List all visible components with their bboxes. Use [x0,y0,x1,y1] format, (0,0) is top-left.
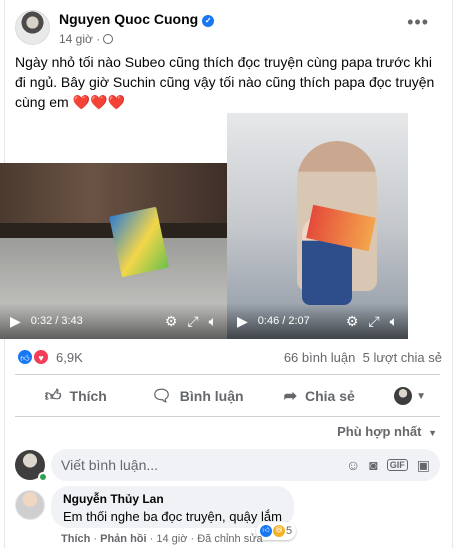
video-1[interactable]: ▶ 0:32 / 3:43 ⚙ ⤢ 🔈︎ [0,163,227,339]
comment-time[interactable]: 14 giờ [156,533,187,545]
globe-icon [103,34,114,44]
author-name[interactable]: Nguyen Quoc Cuong ✓ [59,11,215,27]
profile-mini-avatar [394,387,413,405]
video-1-time: 0:32 / 3:43 [30,315,83,327]
commenter-avatar[interactable] [15,490,45,520]
comment-bubble: Nguyễn Thủy Lan Em thối nghe ba đọc truy… [51,486,294,528]
fullscreen-icon[interactable]: ⤢ [187,314,198,328]
play-icon[interactable]: ▶ [10,314,21,328]
video-2-controls: ▶ 0:46 / 2:07 ⚙ ⤢ 🔈︎ [227,303,408,339]
divider-top [15,374,440,375]
heart-emojis: ❤️❤️❤️ [72,94,125,110]
video-1-wall [0,163,227,223]
comment-like-link[interactable]: Thích [61,533,90,545]
video-1-controls: ▶ 0:32 / 3:43 ⚙ ⤢ 🔈︎ [0,303,227,339]
comment-reaction-count: 5 [286,525,293,537]
comment-share-counts: 66 bình luận 5 lượt chia sẻ [284,350,442,365]
reaction-stats: 👍︎ ♥ 6,9K 66 bình luận 5 lượt chia sẻ [15,346,445,370]
author-name-text[interactable]: Nguyen Quoc Cuong [59,11,198,27]
share-arrow-icon: ➦ [283,388,297,405]
caret-down-icon: ▼ [416,390,426,402]
comment-input-placeholder: Viết bình luận... [61,457,159,473]
video-2[interactable]: ▶ 0:46 / 2:07 ⚙ ⤢ 🔈︎ [227,113,408,339]
thumbs-up-icon: 👍︎ [44,387,62,405]
reaction-count[interactable]: 6,9K [56,350,83,365]
haha-reaction-icon: 😆︎ [273,525,285,537]
post-time[interactable]: 14 giờ [59,32,93,46]
comment-bubble-icon: 🗨︎ [151,388,172,405]
post-header: Nguyen Quoc Cuong ✓ 14 giờ · ••• [15,8,435,48]
settings-gear-icon[interactable]: ⚙ [165,314,178,328]
video-2-time: 0:46 / 2:07 [257,315,310,327]
sort-label: Phù hợp nhất [337,424,422,439]
video-gallery: ▶ 0:32 / 3:43 ⚙ ⤢ 🔈︎ ▶ 0:46 / 2:07 ⚙ ⤢ 🔈… [0,113,456,339]
volume-icon[interactable]: 🔈︎ [390,314,398,328]
play-icon[interactable]: ▶ [237,314,248,328]
like-button[interactable]: 👍︎ Thích [15,387,137,406]
comment-input[interactable]: Viết bình luận... ☺ ◙ GIF ▣ [51,449,440,481]
comment-author[interactable]: Nguyễn Thủy Lan [63,492,282,506]
sticker-icon[interactable]: ▣ [417,457,430,474]
comment-text: Em thối nghe ba đọc truyện, quậy lắm [63,509,282,524]
online-status-dot [38,472,48,482]
comment-edited-label: Đã chỉnh sửa [197,533,263,545]
camera-icon[interactable]: ◙ [369,457,377,473]
share-label: Chia sẻ [304,388,355,404]
comment-button[interactable]: 🗨︎ Bình luận [137,386,259,406]
fullscreen-icon[interactable]: ⤢ [368,314,379,328]
audience-selector[interactable]: ▼ [380,387,440,405]
comment-reply-link[interactable]: Phản hồi [100,533,146,545]
emoji-icon[interactable]: ☺ [346,457,360,473]
settings-gear-icon[interactable]: ⚙ [346,314,359,328]
post-text: Ngày nhỏ tối nào Subeo cũng thích đọc tr… [15,52,440,112]
volume-icon[interactable]: 🔈︎ [209,314,217,328]
share-button[interactable]: ➦ Chia sẻ [258,386,380,406]
comment-sort-selector[interactable]: Phù hợp nhất ▼ [337,424,437,439]
caret-down-icon: ▼ [428,428,437,438]
share-count[interactable]: 5 lượt chia sẻ [363,350,442,365]
author-avatar[interactable] [15,10,50,45]
divider-bottom [15,416,440,417]
comment-actions: Thích · Phản hồi · 14 giờ · Đã chỉnh sửa [61,533,263,545]
verified-badge-icon: ✓ [202,15,215,27]
more-options-icon[interactable]: ••• [407,12,429,33]
love-reaction-icon: ♥ [33,349,49,365]
comment-label: Bình luận [179,388,244,404]
like-label: Thích [69,388,107,404]
comment-count[interactable]: 66 bình luận [284,350,356,365]
post-meta: 14 giờ · [59,32,114,46]
gif-icon[interactable]: GIF [386,459,408,471]
like-reaction-icon: 👍︎ [17,349,33,365]
post-actions: 👍︎ Thích 🗨︎ Bình luận ➦ Chia sẻ ▼ [15,378,440,414]
